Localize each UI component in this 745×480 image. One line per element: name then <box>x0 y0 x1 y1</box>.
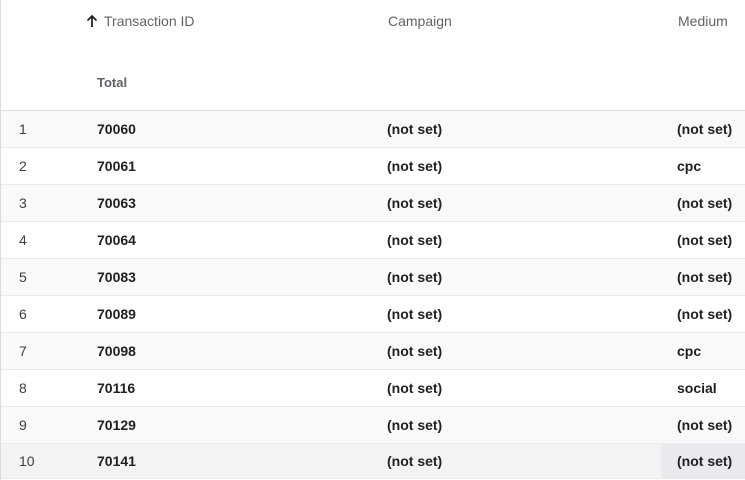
transaction-id-cell: 70083 <box>97 269 136 285</box>
total-label: Total <box>97 75 128 90</box>
medium-cell: social <box>677 380 717 396</box>
transaction-id-cell: 70064 <box>97 232 136 248</box>
row-index: 5 <box>19 269 27 285</box>
campaign-cell: (not set) <box>387 453 443 469</box>
arrow-up-icon <box>85 14 99 28</box>
medium-cell: (not set) <box>677 195 733 211</box>
medium-cell: (not set) <box>677 269 733 285</box>
column-header-medium[interactable]: Medium <box>678 13 728 29</box>
campaign-cell: (not set) <box>387 380 443 396</box>
transaction-id-cell: 70098 <box>97 343 136 359</box>
table-row[interactable]: 4 70064 (not set) (not set) <box>1 222 745 259</box>
table-row[interactable]: 5 70083 (not set) (not set) <box>1 259 745 296</box>
table-row[interactable]: 2 70061 (not set) cpc <box>1 148 745 185</box>
campaign-cell: (not set) <box>387 306 443 322</box>
campaign-cell: (not set) <box>387 417 443 433</box>
medium-cell: (not set) <box>677 306 733 322</box>
medium-cell: cpc <box>677 343 702 359</box>
medium-cell: cpc <box>677 158 702 174</box>
campaign-cell: (not set) <box>387 269 443 285</box>
row-index: 8 <box>19 380 27 396</box>
column-header-campaign[interactable]: Campaign <box>388 13 452 29</box>
row-index: 2 <box>19 158 27 174</box>
report-table: Transaction ID Campaign Medium Total 1 7… <box>0 0 745 480</box>
row-index: 4 <box>19 232 27 248</box>
campaign-cell: (not set) <box>387 343 443 359</box>
row-index: 10 <box>19 453 35 469</box>
transaction-id-cell: 70089 <box>97 306 136 322</box>
row-index: 7 <box>19 343 27 359</box>
table-row[interactable]: 9 70129 (not set) (not set) <box>1 407 745 444</box>
transaction-id-cell: 70063 <box>97 195 136 211</box>
medium-cell: (not set) <box>677 121 733 137</box>
campaign-cell: (not set) <box>387 195 443 211</box>
transaction-id-cell: 70060 <box>97 121 136 137</box>
column-header-transaction-id-label: Transaction ID <box>104 13 195 29</box>
transaction-id-cell: 70061 <box>97 158 136 174</box>
transaction-id-cell: 70129 <box>97 417 136 433</box>
column-header-transaction-id[interactable]: Transaction ID <box>85 13 195 29</box>
campaign-cell: (not set) <box>387 232 443 248</box>
table-row[interactable]: 3 70063 (not set) (not set) <box>1 185 745 222</box>
row-index: 6 <box>19 306 27 322</box>
transaction-id-cell: 70116 <box>97 380 136 396</box>
table-header: Transaction ID Campaign Medium Total <box>1 0 745 111</box>
transaction-id-cell: 70141 <box>97 453 136 469</box>
table-row[interactable]: 7 70098 (not set) cpc <box>1 333 745 370</box>
table-row[interactable]: 6 70089 (not set) (not set) <box>1 296 745 333</box>
row-index: 9 <box>19 417 27 433</box>
medium-cell: (not set) <box>677 453 733 469</box>
table-row[interactable]: 8 70116 (not set) social <box>1 370 745 407</box>
medium-cell: (not set) <box>677 417 733 433</box>
table-row[interactable]: 10 70141 (not set) (not set) <box>1 444 745 479</box>
row-index: 3 <box>19 195 27 211</box>
table-body: 1 70060 (not set) (not set) 2 70061 (not… <box>1 111 745 479</box>
table-row[interactable]: 1 70060 (not set) (not set) <box>1 111 745 148</box>
campaign-cell: (not set) <box>387 158 443 174</box>
row-index: 1 <box>19 121 27 137</box>
campaign-cell: (not set) <box>387 121 443 137</box>
medium-cell: (not set) <box>677 232 733 248</box>
